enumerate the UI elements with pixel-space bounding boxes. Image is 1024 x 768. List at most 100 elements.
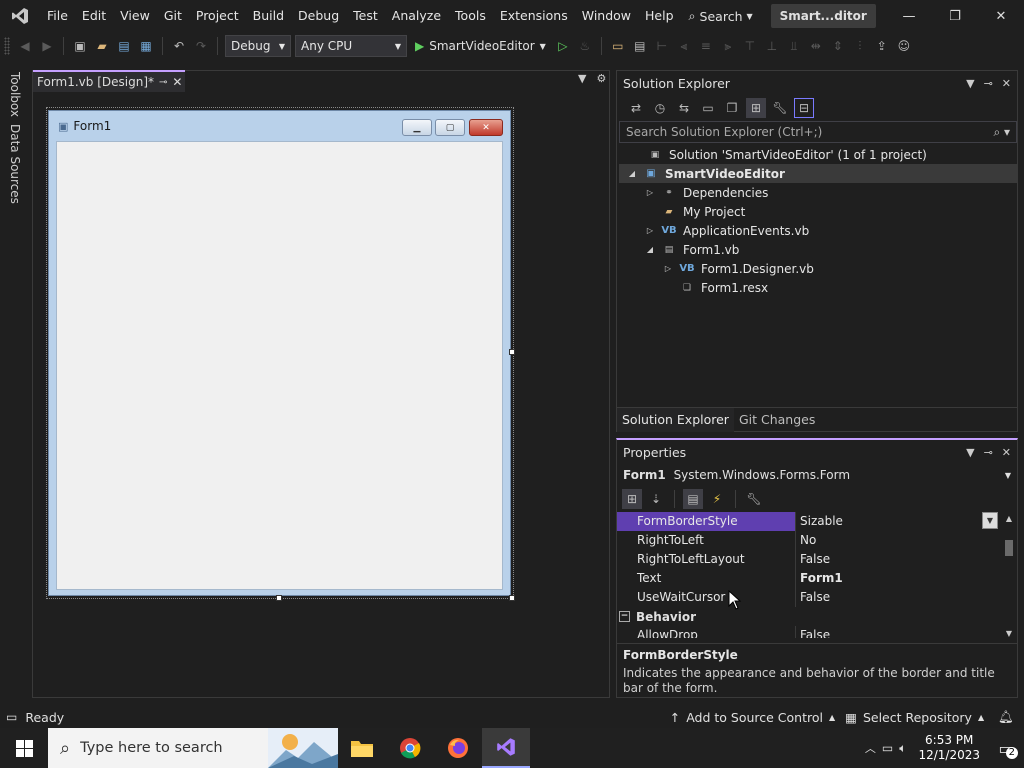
global-search-button[interactable]: ⌕ Search ▼ bbox=[681, 4, 761, 28]
menu-debug[interactable]: Debug bbox=[291, 0, 346, 32]
collapse-icon[interactable]: − bbox=[619, 611, 630, 622]
expanded-arrow-icon[interactable]: ◢ bbox=[645, 245, 655, 254]
property-value[interactable]: No bbox=[795, 531, 1000, 550]
tree-item-my-project[interactable]: ▰ My Project bbox=[645, 202, 746, 221]
tree-item-solution[interactable]: ▣ Solution 'SmartVideoEditor' (1 of 1 pr… bbox=[631, 145, 927, 164]
property-pages-icon[interactable]: 🔧︎ bbox=[744, 489, 764, 509]
scroll-up-icon[interactable]: ▲ bbox=[1002, 514, 1016, 523]
form1-window[interactable]: ▣ Form1 ▁ ▢ ✕ bbox=[48, 110, 511, 596]
solution-explorer-icon[interactable]: ▭ bbox=[608, 36, 628, 56]
notification-center-button[interactable]: ▭ 2 bbox=[992, 734, 1020, 762]
save-all-icon[interactable]: ▦ bbox=[136, 36, 156, 56]
scroll-thumb[interactable] bbox=[1005, 540, 1013, 556]
align-top-icon[interactable]: ⊤ bbox=[740, 36, 760, 56]
same-height-icon[interactable]: ⇕ bbox=[828, 36, 848, 56]
tree-item-project[interactable]: ◢ ▣ SmartVideoEditor bbox=[619, 164, 1017, 183]
gear-icon[interactable]: ⚙ bbox=[596, 72, 606, 85]
collapsed-arrow-icon[interactable]: ▷ bbox=[663, 264, 673, 273]
property-value-dropdown[interactable]: Sizable ▼ bbox=[795, 512, 1000, 531]
wrench-icon[interactable]: 🔧︎ bbox=[770, 98, 790, 118]
notifications-bell-icon[interactable]: 🔔︎ bbox=[998, 709, 1014, 725]
configuration-dropdown[interactable]: Debug ▼ bbox=[225, 35, 291, 57]
form-client-area[interactable] bbox=[56, 141, 503, 590]
form-close-button[interactable]: ✕ bbox=[469, 119, 503, 136]
new-project-icon[interactable]: ▣ bbox=[70, 36, 90, 56]
menu-analyze[interactable]: Analyze bbox=[385, 0, 448, 32]
add-source-control-button[interactable]: ↑ Add to Source Control ▲ bbox=[670, 710, 835, 725]
pin-icon[interactable]: ⊸ bbox=[159, 77, 167, 88]
window-restore-button[interactable]: ❐ bbox=[932, 0, 978, 32]
open-file-icon[interactable]: ▰ bbox=[92, 36, 112, 56]
save-icon[interactable]: ▤ bbox=[114, 36, 134, 56]
menu-file[interactable]: File bbox=[40, 0, 75, 32]
hot-reload-icon[interactable]: ♨ bbox=[575, 36, 595, 56]
window-minimize-button[interactable]: — bbox=[886, 0, 932, 32]
close-icon[interactable]: ✕ bbox=[1002, 77, 1011, 90]
tab-solution-explorer[interactable]: Solution Explorer bbox=[617, 407, 734, 432]
chevron-down-icon[interactable]: ▼ bbox=[982, 512, 998, 529]
menu-test[interactable]: Test bbox=[346, 0, 385, 32]
pin-icon[interactable]: ⊸ bbox=[984, 446, 993, 459]
property-value[interactable]: Form1 bbox=[795, 569, 1000, 588]
tree-item-dependencies[interactable]: ▷ ⚭ Dependencies bbox=[645, 183, 768, 202]
filter-icon[interactable]: ⊞ bbox=[746, 98, 766, 118]
scroll-down-icon[interactable]: ▼ bbox=[1002, 629, 1016, 638]
forward-icon[interactable]: ▶ bbox=[37, 36, 57, 56]
align-icon[interactable]: ⊢ bbox=[652, 36, 672, 56]
visual-studio-app[interactable] bbox=[482, 728, 530, 768]
spacing-icon[interactable]: ⫶ bbox=[850, 36, 870, 56]
firefox-app[interactable] bbox=[434, 728, 482, 768]
align-left-icon[interactable]: ⫷ bbox=[674, 36, 694, 56]
form-minimize-button[interactable]: ▁ bbox=[402, 119, 432, 136]
network-icon[interactable]: ▭ bbox=[882, 741, 893, 755]
feedback-icon[interactable]: ☺ bbox=[894, 36, 914, 56]
undo-icon[interactable]: ↶ bbox=[169, 36, 189, 56]
menu-edit[interactable]: Edit bbox=[75, 0, 113, 32]
tree-item-form1[interactable]: ◢ ▤ Form1.vb bbox=[645, 240, 739, 259]
property-category-behavior[interactable]: − Behavior bbox=[617, 607, 1000, 626]
collapsed-arrow-icon[interactable]: ▷ bbox=[645, 188, 655, 197]
property-value[interactable]: False bbox=[795, 550, 1000, 569]
volume-icon[interactable]: 🔈︎ bbox=[899, 741, 906, 756]
collapsed-arrow-icon[interactable]: ▷ bbox=[645, 226, 655, 235]
property-row-allowdrop[interactable]: AllowDrop False bbox=[617, 626, 1000, 638]
back-icon[interactable]: ◀ bbox=[15, 36, 35, 56]
toolbar-grip[interactable] bbox=[4, 37, 10, 55]
align-bottom-icon[interactable]: ⫫ bbox=[784, 36, 804, 56]
layout-icon[interactable]: ▤ bbox=[630, 36, 650, 56]
collapse-all-icon[interactable]: ▭ bbox=[698, 98, 718, 118]
taskbar-search-box[interactable]: ⌕ Type here to search bbox=[48, 728, 338, 768]
menu-view[interactable]: View bbox=[113, 0, 157, 32]
data-sources-tab[interactable]: Data Sources bbox=[8, 124, 22, 204]
menu-project[interactable]: Project bbox=[189, 0, 246, 32]
properties-icon[interactable]: ▤ bbox=[683, 489, 703, 509]
menu-git[interactable]: Git bbox=[157, 0, 189, 32]
solution-search-field[interactable]: Search Solution Explorer (Ctrl+;) ⌕ ▾ bbox=[619, 121, 1017, 143]
sync-icon[interactable]: ⇆ bbox=[674, 98, 694, 118]
show-hidden-icons-icon[interactable]: ︿ bbox=[865, 740, 876, 756]
resize-handle-right[interactable] bbox=[509, 349, 515, 355]
platform-dropdown[interactable]: Any CPU ▼ bbox=[295, 35, 407, 57]
menu-extensions[interactable]: Extensions bbox=[493, 0, 575, 32]
start-debugging-button[interactable]: ▶ SmartVideoEditor ▼ bbox=[409, 39, 552, 53]
document-tab-form1-design[interactable]: Form1.vb [Design]* ⊸ ✕ bbox=[33, 70, 185, 92]
property-value[interactable]: False bbox=[795, 626, 1000, 638]
align-center-icon[interactable]: ≡ bbox=[696, 36, 716, 56]
window-close-button[interactable]: ✕ bbox=[978, 0, 1024, 32]
property-value[interactable]: False bbox=[795, 588, 1000, 607]
align-right-icon[interactable]: ⫸ bbox=[718, 36, 738, 56]
menu-build[interactable]: Build bbox=[246, 0, 291, 32]
windows-start-button[interactable] bbox=[0, 728, 48, 768]
resize-handle-bottom[interactable] bbox=[276, 595, 282, 601]
properties-scrollbar[interactable]: ▲ ▼ bbox=[1002, 514, 1016, 638]
start-without-debugging-icon[interactable]: ▷ bbox=[553, 36, 573, 56]
menu-window[interactable]: Window bbox=[575, 0, 638, 32]
visual-studio-logo-icon[interactable] bbox=[0, 0, 40, 32]
pin-icon[interactable]: ⊸ bbox=[984, 77, 993, 90]
tree-item-application-events[interactable]: ▷ VB ApplicationEvents.vb bbox=[645, 221, 809, 240]
clock[interactable]: 6:53 PM 12/1/2023 bbox=[912, 733, 986, 763]
expanded-arrow-icon[interactable]: ◢ bbox=[627, 169, 637, 178]
history-icon[interactable]: ◷ bbox=[650, 98, 670, 118]
form-maximize-button[interactable]: ▢ bbox=[435, 119, 465, 136]
property-row-righttoleft[interactable]: RightToLeft No bbox=[617, 531, 1000, 550]
